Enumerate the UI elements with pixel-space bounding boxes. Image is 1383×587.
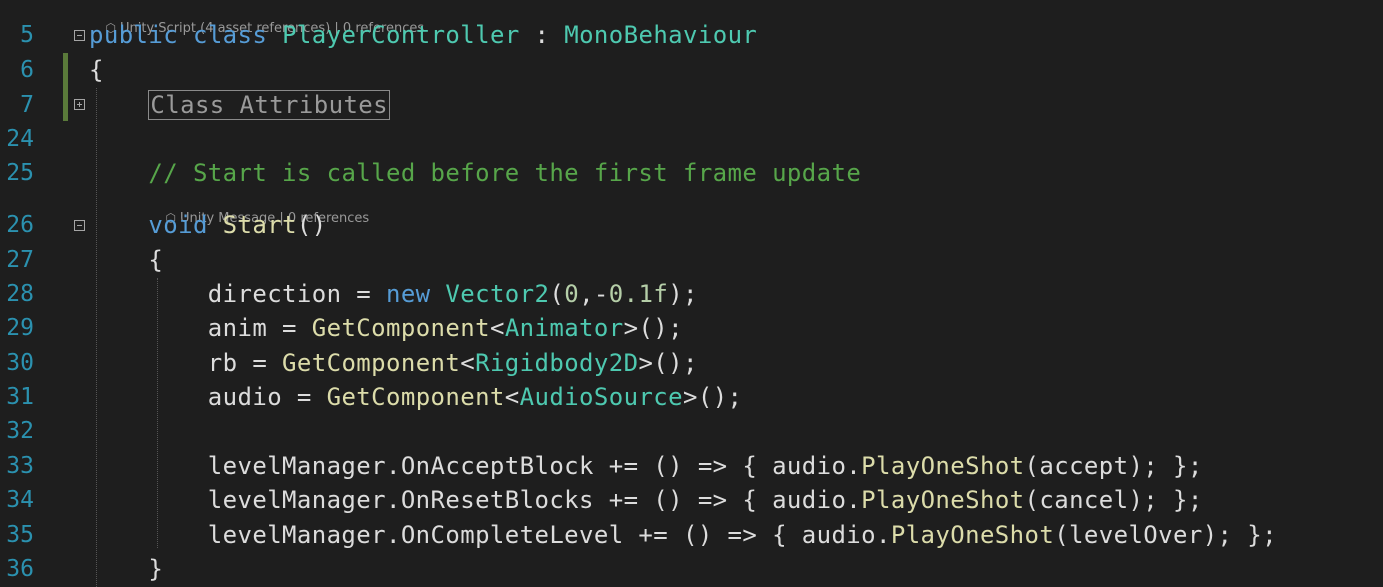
line-number: 30 [6,350,34,376]
code-token: (accept); }; [1024,452,1203,480]
code-token: levelManager.OnAcceptBlock += () => { au… [89,452,862,480]
code-line[interactable]: 36 } [0,552,1383,586]
method-token: GetComponent [282,349,461,377]
line-number: 33 [6,453,34,479]
type-token: PlayerController [282,21,520,49]
code-line[interactable]: 34 levelManager.OnResetBlocks += () => {… [0,483,1383,517]
code-token: { [89,246,164,274]
code-line[interactable]: 28 direction = new Vector2(0,-0.1f); [0,277,1383,311]
number-token: 0 [564,280,580,308]
code-token: ( [549,280,565,308]
type-token: MonoBehaviour [564,21,758,49]
code-text: } [89,552,163,586]
collapsed-region[interactable]: Class Attributes [148,90,390,120]
code-editor[interactable]: ⬡ Unity Script (4 asset references) | 0 r… [0,0,1383,587]
code-line[interactable]: 31 audio = GetComponent<AudioSource>(); [0,380,1383,414]
line-number: 27 [6,247,34,273]
code-line[interactable]: 27 { [0,243,1383,277]
keyword-token: class [192,21,268,49]
method-token: PlayOneShot [861,486,1025,514]
code-text: audio = GetComponent<AudioSource>(); [89,380,742,414]
line-number: 32 [6,418,34,444]
comment-token: // Start is called before the first fram… [148,159,862,187]
code-token: < [460,349,476,377]
line-number: 25 [6,160,34,186]
code-token: (levelOver); }; [1054,521,1277,549]
code-line[interactable]: 24 [0,122,1383,156]
line-number: 26 [6,212,34,238]
line-number: 35 [6,522,34,548]
type-token: Animator [504,314,624,342]
method-token: Start [222,211,297,239]
code-text: { [89,243,163,277]
code-text: direction = new Vector2(0,-0.1f); [89,277,698,311]
code-line[interactable]: 32 [0,414,1383,448]
line-number: 29 [6,315,34,341]
code-text: anim = GetComponent<Animator>(); [89,311,683,345]
code-text: { [89,53,104,87]
code-text: levelManager.OnResetBlocks += () => { au… [89,483,1203,517]
line-number: 34 [6,487,34,513]
code-text: levelManager.OnAcceptBlock += () => { au… [89,449,1203,483]
line-number: 31 [6,384,34,410]
method-token: GetComponent [326,383,505,411]
code-token: < [489,314,505,342]
code-token: : [519,21,565,49]
type-token: Rigidbody2D [475,349,639,377]
code-token: } [89,555,164,583]
keyword-token: new [385,280,431,308]
code-text: rb = GetComponent<Rigidbody2D>(); [89,346,698,380]
line-number: 5 [20,22,34,48]
line-number: 36 [6,556,34,582]
code-line[interactable]: 5 public class PlayerController : MonoBeh… [0,18,1383,52]
code-text: levelManager.OnCompleteLevel += () => { … [89,518,1277,552]
method-token: PlayOneShot [861,452,1025,480]
code-line[interactable]: 33 levelManager.OnAcceptBlock += () => {… [0,449,1383,483]
code-line[interactable]: 35 levelManager.OnCompleteLevel += () =>… [0,518,1383,552]
keyword-token: void [148,211,208,239]
code-text: Class Attributes [89,88,390,122]
code-token: levelManager.OnResetBlocks += () => { au… [89,486,862,514]
number-token: 0.1f [608,280,669,308]
method-token: PlayOneShot [890,521,1055,549]
code-line[interactable]: 26 void Start() [0,208,1383,242]
code-token: (cancel); }; [1024,486,1203,514]
keyword-token: public [89,21,179,49]
code-token: { [89,56,104,84]
code-token: >(); [638,349,698,377]
code-token: ); [668,280,698,308]
code-token: ,- [579,280,609,308]
line-number: 6 [20,57,34,83]
code-token: >(); [623,314,684,342]
code-text: // Start is called before the first fram… [89,156,861,190]
code-line[interactable]: 6{ [0,53,1383,87]
code-line[interactable]: 30 rb = GetComponent<Rigidbody2D>(); [0,346,1383,380]
code-token: direction = [89,280,386,308]
type-token: Vector2 [445,280,550,308]
code-token: >(); [683,383,743,411]
line-number: 28 [6,281,34,307]
code-token: anim = [89,314,312,342]
method-token: GetComponent [311,314,490,342]
code-line[interactable]: 29 anim = GetComponent<Animator>(); [0,311,1383,345]
code-token: levelManager.OnCompleteLevel += () => { … [89,521,891,549]
code-text: public class PlayerController : MonoBeha… [89,18,757,52]
code-line[interactable]: 25 // Start is called before the first f… [0,156,1383,190]
code-token: < [504,383,520,411]
code-line[interactable]: 7 Class Attributes [0,88,1383,122]
code-token: audio = [89,383,327,411]
type-token: AudioSource [519,383,683,411]
code-token: rb = [89,349,283,377]
line-number: 7 [20,92,34,118]
code-token: () [296,211,327,239]
line-number: 24 [6,126,34,152]
code-text: void Start() [89,208,327,242]
